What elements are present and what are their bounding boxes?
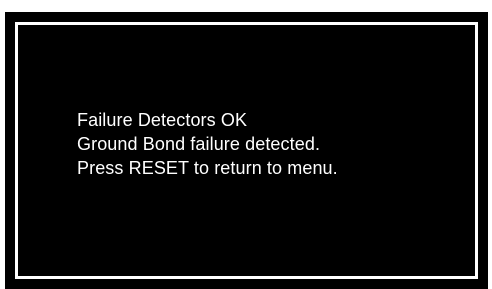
status-message: Failure Detectors OK Ground Bond failure… bbox=[77, 108, 338, 180]
message-line-2: Ground Bond failure detected. bbox=[77, 134, 321, 154]
display-frame: Failure Detectors OK Ground Bond failure… bbox=[15, 22, 478, 279]
message-line-3: Press RESET to return to menu. bbox=[77, 158, 338, 178]
device-display: Failure Detectors OK Ground Bond failure… bbox=[5, 12, 488, 289]
message-line-1: Failure Detectors OK bbox=[77, 110, 248, 130]
